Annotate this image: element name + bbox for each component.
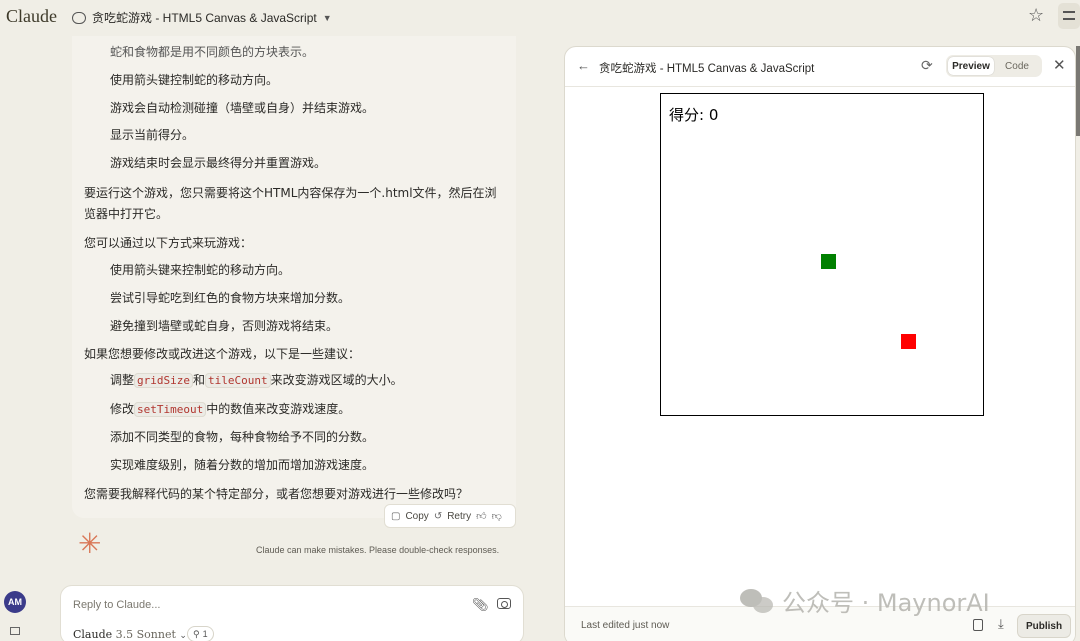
claude-logo-icon: ✳ xyxy=(78,528,102,559)
badge-count: 1 xyxy=(202,629,208,639)
refresh-icon[interactable]: ⟳ xyxy=(921,57,933,74)
message-line: 添加不同类型的食物，每种食物给予不同的分数。 xyxy=(110,430,375,444)
message-actions: ▢ Copy ↺ Retry 👍︎ 👎︎ xyxy=(384,504,516,528)
message-line: 您可以通过以下方式来玩游戏： xyxy=(84,236,253,250)
inline-code: gridSize xyxy=(134,373,193,388)
snake-segment xyxy=(821,254,836,269)
inline-code: tileCount xyxy=(205,373,271,388)
copy-button[interactable]: Copy xyxy=(405,511,428,522)
text-span: 调整 xyxy=(110,373,135,387)
message-line: 蛇和食物都是用不同颜色的方块表示。 xyxy=(110,45,315,59)
text-span: 中的数值来改变游戏速度。 xyxy=(206,402,351,416)
chat-bubble-icon xyxy=(72,11,86,24)
message-line: 显示当前得分。 xyxy=(110,128,195,142)
assistant-message: 蛇和食物都是用不同颜色的方块表示。 使用箭头键控制蛇的移动方向。 游戏会自动检测… xyxy=(72,36,516,518)
text-span: 修改 xyxy=(110,402,135,416)
model-name: Claude xyxy=(73,628,113,641)
message-line-suggestion: 修改 setTimeout 中的数值来改变游戏速度。 xyxy=(110,400,350,417)
artifact-preview: 得分: 0 xyxy=(565,88,1075,607)
top-bar: Claude 贪吃蛇游戏 - HTML5 Canvas & JavaScript… xyxy=(0,0,1080,34)
disclaimer: Claude can make mistakes. Please double-… xyxy=(256,545,500,555)
message-line: 尝试引导蛇吃到红色的食物方块来增加分数。 xyxy=(110,291,351,305)
message-line: 使用箭头键来控制蛇的移动方向。 xyxy=(110,263,291,277)
message-line: 实现难度级别，随着分数的增加而增加游戏速度。 xyxy=(110,458,375,472)
inline-code: setTimeout xyxy=(134,402,207,417)
retry-button[interactable]: Retry xyxy=(447,511,471,522)
game-canvas[interactable]: 得分: 0 xyxy=(660,93,984,416)
close-icon[interactable]: ✕ xyxy=(1053,56,1066,74)
download-icon[interactable]: ⤓ xyxy=(998,616,1004,632)
chevron-down-icon: ▼ xyxy=(322,12,332,23)
brand-logo[interactable]: Claude xyxy=(6,6,57,27)
watermark-text: 公众号 · MaynorAI xyxy=(782,589,990,617)
thumbs-up-icon[interactable]: 👍︎ xyxy=(476,510,486,522)
message-line: 避免撞到墙壁或蛇自身，否则游戏将结束。 xyxy=(110,319,339,333)
scrollbar-edge xyxy=(1076,46,1080,136)
message-line: 您需要我解释代码的某个特定部分，或者您想要对游戏进行一些修改吗？ xyxy=(84,487,469,501)
message-line: 要运行这个游戏，您只需要将这个HTML内容保存为一个.html文件，然后在浏 xyxy=(84,186,497,200)
tab-code[interactable]: Code xyxy=(994,57,1040,75)
retry-icon: ↺ xyxy=(433,510,443,522)
copy-icon[interactable] xyxy=(973,619,983,631)
watermark: 公众号 · MaynorAI xyxy=(740,583,990,618)
thumbs-down-icon[interactable]: 👎︎ xyxy=(492,510,502,522)
tab-preview[interactable]: Preview xyxy=(948,57,994,75)
message-line: 游戏结束时会显示最终得分并重置游戏。 xyxy=(110,156,327,170)
message-line-suggestion: 调整 gridSize 和 tileCount 来改变游戏区域的大小。 xyxy=(110,371,403,388)
slider-line-icon xyxy=(1063,11,1075,13)
artifact-header: ← 贪吃蛇游戏 - HTML5 Canvas & JavaScript ⟳ Pr… xyxy=(565,47,1075,87)
message-line: 如果您想要修改或改进这个游戏，以下是一些建议： xyxy=(84,347,361,361)
text-span: 来改变游戏区域的大小。 xyxy=(270,373,403,387)
reply-composer: Reply to Claude... 📎︎ Claude 3.5 Sonnet … xyxy=(60,585,524,641)
avatar[interactable]: AM xyxy=(4,591,26,613)
message-line: 游戏会自动检测碰撞（墙壁或自身）并结束游戏。 xyxy=(110,101,375,115)
publish-button[interactable]: Publish xyxy=(1017,614,1071,638)
back-arrow-icon[interactable]: ← xyxy=(577,58,590,73)
copy-icon: ▢ xyxy=(391,510,401,522)
chevron-down-icon: ⌄ xyxy=(179,631,187,641)
settings-sliders-button[interactable] xyxy=(1058,3,1080,29)
last-edited-status: Last edited just now xyxy=(581,620,670,631)
chat-title-dropdown[interactable]: 贪吃蛇游戏 - HTML5 Canvas & JavaScript ▼ xyxy=(72,9,332,26)
star-icon[interactable]: ☆ xyxy=(1028,5,1044,26)
reply-input[interactable]: Reply to Claude... xyxy=(73,599,160,611)
text-span: 和 xyxy=(193,373,206,387)
wechat-logo-icon xyxy=(740,587,774,615)
slider-line-icon xyxy=(1063,18,1075,20)
artifact-panel: ← 贪吃蛇游戏 - HTML5 Canvas & JavaScript ⟳ Pr… xyxy=(564,46,1076,641)
message-line: 使用箭头键控制蛇的移动方向。 xyxy=(110,73,279,87)
sidebar-toggle-icon[interactable] xyxy=(10,627,20,635)
camera-icon[interactable] xyxy=(497,598,511,609)
person-icon: ⚲ xyxy=(193,628,200,639)
artifact-title: 贪吃蛇游戏 - HTML5 Canvas & JavaScript xyxy=(599,63,815,75)
style-badge[interactable]: ⚲ 1 xyxy=(187,626,214,641)
chat-title-text: 贪吃蛇游戏 - HTML5 Canvas & JavaScript xyxy=(92,11,317,25)
score-label: 得分: 0 xyxy=(669,106,719,124)
food-block xyxy=(901,334,916,349)
paperclip-icon[interactable]: 📎︎ xyxy=(472,597,489,613)
model-version: 3.5 Sonnet xyxy=(115,628,176,641)
view-toggle: Preview Code xyxy=(946,55,1042,77)
model-selector[interactable]: Claude 3.5 Sonnet ⌄ xyxy=(73,628,187,641)
message-line: 览器中打开它。 xyxy=(84,207,169,221)
